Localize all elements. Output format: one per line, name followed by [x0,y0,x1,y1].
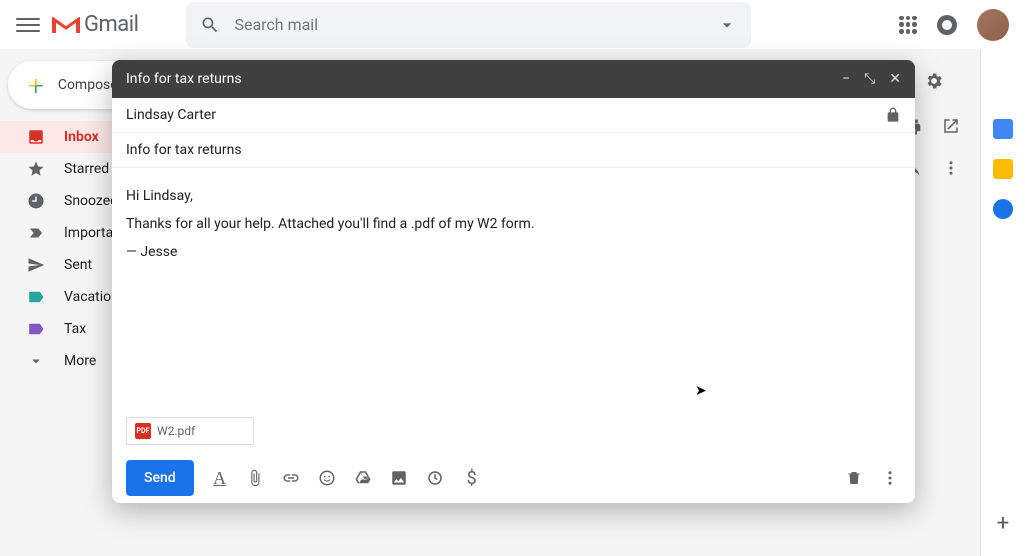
close-icon[interactable]: ✕ [889,71,901,87]
star-icon [26,160,46,178]
body-line: Hi Lindsay, [126,182,901,210]
label-icon [26,320,46,338]
notifications-icon[interactable] [937,15,957,35]
link-icon[interactable] [282,469,302,487]
compose-toolbar: Send A $ [112,453,915,503]
photo-icon[interactable] [390,469,410,487]
body-line: — Jesse [126,238,901,266]
clock-icon [26,192,46,210]
subject-value: Info for tax returns [126,142,242,158]
body-line: Thanks for all your help. Attached you'l… [126,210,901,238]
sidebar-item-label: Starred [64,161,109,177]
chevron-down-icon [26,352,46,370]
header: Gmail [0,0,1025,49]
inbox-icon [26,128,46,146]
more-icon[interactable] [942,159,960,177]
to-field[interactable]: Lindsay Carter [112,98,915,133]
label-icon [26,288,46,306]
compose-label: Compose [58,77,118,93]
apps-icon[interactable] [899,16,917,34]
compose-window: Info for tax returns − ⤡ ✕ Lindsay Carte… [112,60,915,503]
lock-icon[interactable] [885,107,901,123]
sidebar-item-label: Vacation [64,289,119,305]
send-button[interactable]: Send [126,460,194,496]
confidential-icon[interactable] [426,469,446,487]
sidebar-item-label: Snoozed [64,193,118,209]
dropdown-icon[interactable] [717,15,737,35]
logo-text: Gmail [84,12,138,37]
format-icon[interactable]: A [210,468,230,489]
important-icon [26,224,46,242]
expand-icon[interactable]: ⤡ [864,71,875,87]
subject-field[interactable]: Info for tax returns [112,133,915,168]
attach-icon[interactable] [246,469,266,487]
trash-icon[interactable] [845,469,865,487]
pdf-icon: PDF [135,423,151,439]
right-rail: + [980,49,1025,556]
plus-icon: + [28,69,44,102]
money-icon[interactable]: $ [462,468,482,489]
gmail-logo[interactable]: Gmail [52,12,138,37]
emoji-icon[interactable] [318,469,338,487]
header-actions [899,9,1009,41]
attachment-chip[interactable]: PDF W2.pdf [126,417,254,445]
compose-title: Info for tax returns [126,71,242,87]
sent-icon [26,256,46,274]
tasks-icon[interactable] [993,199,1013,219]
sidebar-item-label: More [64,353,96,369]
open-new-icon[interactable] [942,117,960,135]
sidebar-item-label: Sent [64,257,92,273]
menu-icon[interactable] [16,13,40,37]
compose-body[interactable]: Hi Lindsay, Thanks for all your help. At… [112,168,915,417]
minimize-icon[interactable]: − [842,71,850,87]
drive-icon[interactable] [354,469,374,487]
calendar-icon[interactable] [993,119,1013,139]
compose-titlebar: Info for tax returns − ⤡ ✕ [112,60,915,98]
search-icon [200,15,220,35]
to-value: Lindsay Carter [126,107,216,123]
search-bar[interactable] [186,2,751,48]
attachment-filename: W2.pdf [157,424,195,438]
add-icon[interactable]: + [997,511,1009,536]
gear-icon[interactable] [924,71,944,91]
sidebar-item-label: Inbox [64,129,99,145]
search-input[interactable] [234,15,703,34]
avatar[interactable] [977,9,1009,41]
keep-icon[interactable] [993,159,1013,179]
sidebar-item-label: Tax [64,321,86,337]
more-options-icon[interactable] [881,469,901,487]
